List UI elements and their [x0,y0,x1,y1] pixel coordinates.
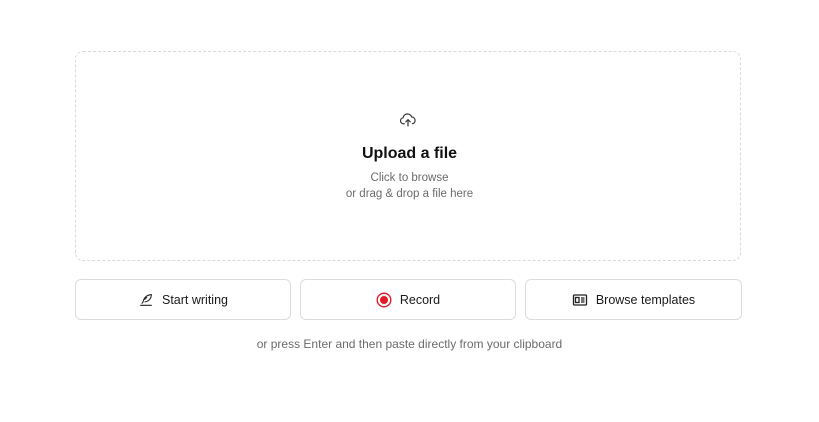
record-icon [376,291,392,308]
cloud-upload-icon [399,111,417,129]
browse-templates-button[interactable]: Browse templates [525,279,742,320]
pen-icon [138,292,154,308]
action-buttons: Start writing Record Browse templates [75,279,742,320]
upload-title: Upload a file [361,145,458,162]
browse-templates-label: Browse templates [595,292,696,307]
record-button[interactable]: Record [300,279,516,320]
start-writing-button[interactable]: Start writing [75,279,291,320]
page: Upload a file Click to browse or drag & … [0,0,819,422]
record-label: Record [399,292,441,307]
start-writing-label: Start writing [162,292,228,307]
upload-drag-text: or drag & drop a file here [345,188,474,200]
template-icon [572,292,588,308]
paste-hint: or press Enter and then paste directly f… [256,337,563,351]
upload-browse-text: Click to browse [370,172,449,184]
